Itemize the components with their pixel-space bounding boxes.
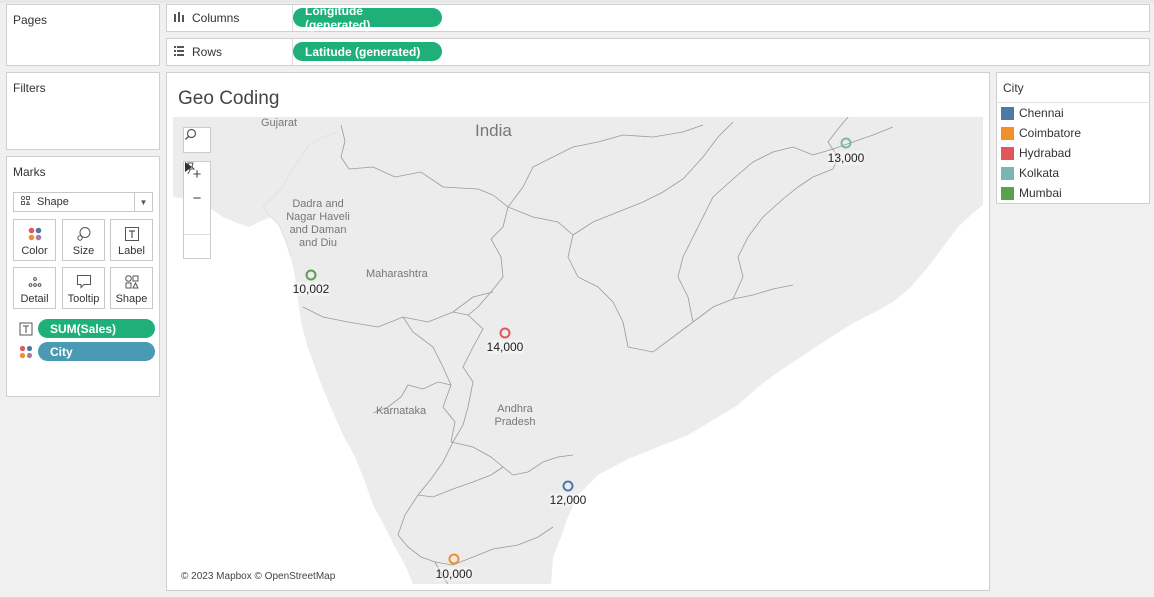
rows-shelf[interactable]: Rows Latitude (generated) [166,38,1150,66]
shape-mark-icon [20,195,31,209]
map-search-box [183,127,211,153]
worksheet-title: Geo Coding [178,88,280,109]
map-label-gujarat: Gujarat [261,117,298,129]
label-mumbai: 10,002 [292,282,330,296]
map-label-karnataka: Karnataka [376,405,427,417]
legend-label: Mumbai [1019,186,1062,200]
detail-label: Detail [20,293,49,305]
map-label-india: India [475,121,512,140]
dadra-line-4: and Diu [299,237,337,249]
filters-card[interactable]: Filters [6,72,160,150]
color-label: Color [21,245,48,257]
marks-field-sales: SUM(Sales) [19,319,157,339]
map-view[interactable]: Gujarat India Dadra and Nagar Haveli and… [173,117,983,584]
marks-card: Marks Shape ▼ Color Size Label Detail To… [6,156,160,397]
rows-shelf-label: Rows [167,39,293,65]
label-button[interactable]: Label [110,219,153,261]
filters-title: Filters [13,81,46,95]
map-background [173,117,983,584]
legend-item-chennai[interactable]: Chennai [1001,105,1064,121]
chevron-down-icon[interactable]: ▼ [134,193,152,211]
size-icon [63,226,104,242]
size-label: Size [72,245,95,257]
tooltip-button[interactable]: Tooltip [62,267,105,309]
color-field-icon [19,345,33,359]
label-kolkata: 13,000 [827,151,865,165]
rows-icon [173,45,185,60]
sum-sales-pill[interactable]: SUM(Sales) [38,319,155,338]
map-attribution[interactable]: © 2023 Mapbox © OpenStreetMap [179,571,338,582]
label-field-icon [19,322,33,336]
zoom-out-button[interactable]: − [184,186,210,210]
size-button[interactable]: Size [62,219,105,261]
legend-label: Hydrabad [1019,146,1072,160]
shape-button[interactable]: Shape [110,267,153,309]
marks-field-city: City [19,342,157,362]
color-button[interactable]: Color [13,219,56,261]
columns-label: Columns [192,11,240,25]
label-label: Label [118,245,145,257]
legend-item-mumbai[interactable]: Mumbai [1001,185,1062,201]
legend-label: Chennai [1019,106,1064,120]
columns-shelf[interactable]: Columns Longitude (generated) [166,4,1150,32]
city-pill[interactable]: City [38,342,155,361]
legend-title: City [1003,81,1024,95]
shape-label: Shape [115,293,148,305]
mark-type-dropdown[interactable]: Shape ▼ [13,192,153,212]
map-toolbar: + − [183,161,211,259]
marks-title: Marks [13,165,46,179]
label-coimbatore: 10,000 [435,567,473,581]
longitude-pill[interactable]: Longitude (generated) [293,4,442,32]
map-label-maharashtra: Maharashtra [366,268,428,280]
map-label-dadra: Dadra and Nagar Haveli and Daman and Diu [283,198,353,250]
legend-swatch [1001,126,1014,140]
columns-icon [173,11,185,26]
legend-swatch [1001,186,1014,200]
dadra-line-3: and Daman [289,224,347,236]
pin-button[interactable] [184,162,210,234]
rows-label: Rows [192,45,223,59]
columns-shelf-label: Columns [167,5,293,31]
city-legend: City Chennai Coimbatore Hydrabad Kolkata… [996,72,1150,204]
pages-card[interactable]: Pages [6,4,160,66]
map-search-button[interactable] [184,128,210,152]
tableau-worksheet: Pages Filters Marks Shape ▼ Color Size L… [0,0,1154,597]
legend-label: Kolkata [1019,166,1060,180]
detail-icon [14,274,55,290]
land-shape [173,117,983,584]
legend-label: Coimbatore [1019,126,1082,140]
top-strip [0,0,1154,3]
andhra-line-1: Andhra [497,403,533,415]
dadra-line-1: Dadra and [292,198,344,210]
andhra-line-2: Pradesh [494,416,536,428]
legend-item-kolkata[interactable]: Kolkata [1001,165,1059,181]
minus-icon: − [192,189,202,207]
dadra-line-2: Nagar Haveli [286,211,350,223]
label-hydrabad: 14,000 [486,340,524,354]
shape-icon [111,274,152,290]
label-icon [111,226,152,242]
color-icon [14,226,55,242]
legend-item-coimbatore[interactable]: Coimbatore [1001,125,1081,141]
pages-title: Pages [13,13,48,27]
tooltip-icon [63,274,104,290]
map-label-andhra: Andhra Pradesh [487,403,543,429]
viz-panel: Geo Coding Gujarat India Dadra and Nagar… [166,72,990,591]
detail-button[interactable]: Detail [13,267,56,309]
expand-toolbar-button[interactable] [184,162,210,258]
tooltip-label: Tooltip [67,293,100,305]
legend-swatch [1001,146,1014,160]
mark-type-value: Shape [37,196,69,208]
label-chennai: 12,000 [549,493,587,507]
legend-swatch [1001,166,1014,180]
legend-item-hydrabad[interactable]: Hydrabad [1001,145,1071,161]
latitude-pill[interactable]: Latitude (generated) [293,42,442,61]
legend-swatch [1001,106,1014,120]
